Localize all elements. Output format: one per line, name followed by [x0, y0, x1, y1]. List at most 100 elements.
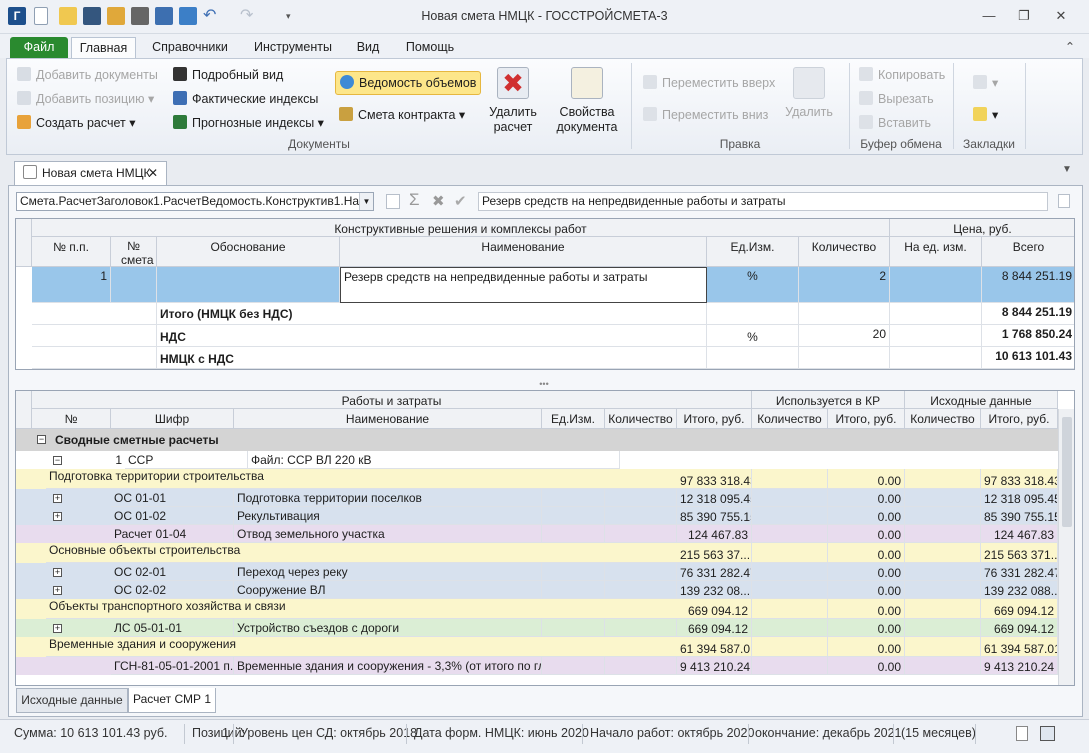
table-row[interactable]: 1 Резерв средств на непредвиденные работ…	[32, 267, 1074, 303]
maximize-button[interactable]: ❐	[1010, 6, 1038, 26]
cell-src-qty[interactable]	[905, 507, 981, 525]
cell-unit[interactable]	[542, 525, 605, 543]
section-row[interactable]: Подготовка территории строительства 97 83…	[16, 469, 1058, 489]
cell-kr-total[interactable]: 0.00	[828, 581, 905, 599]
cell-total[interactable]: 9 413 210.24	[677, 657, 752, 675]
cell-total[interactable]: 76 331 282.47	[677, 563, 752, 581]
cell-src-qty[interactable]	[905, 619, 981, 637]
cell-kr-qty[interactable]	[752, 581, 828, 599]
contract-estimate-button[interactable]: Смета контракта ▾	[339, 105, 465, 125]
insert-doc-icon[interactable]	[386, 194, 400, 209]
cell-kr-total[interactable]: 0.00	[828, 563, 905, 581]
collapse-ribbon-icon[interactable]: ⌃	[1060, 37, 1080, 58]
group-row[interactable]: − Сводные сметные расчеты	[16, 429, 1058, 451]
item-row[interactable]: + ОС 02-01 Переход через реку 76 331 282.47…	[16, 563, 1058, 581]
cell-kr-total[interactable]: 0.00	[828, 619, 905, 637]
expand-icon[interactable]: +	[53, 494, 62, 503]
cell-qty[interactable]	[605, 489, 677, 507]
cell-total[interactable]: 124 467.83	[677, 525, 752, 543]
cell-src-total[interactable]: 215 563 371...	[981, 543, 1058, 563]
cell-code[interactable]: ГСН-81-05-01-2001 п...	[111, 657, 234, 675]
detail-view-button[interactable]: Подробный вид	[173, 65, 283, 85]
column-header[interactable]: Ед.Изм.	[707, 237, 799, 267]
page-icon[interactable]	[1016, 726, 1028, 741]
cell-src-total[interactable]: 124 467.83	[981, 525, 1058, 543]
cell-kr-total[interactable]: 0.00	[828, 637, 905, 657]
column-header[interactable]: Количество	[905, 409, 981, 429]
cell-code[interactable]: Расчет 01-04	[111, 525, 234, 543]
collapse-icon[interactable]: −	[53, 456, 62, 465]
tab-references[interactable]: Справочники	[142, 37, 238, 58]
cell-unit[interactable]	[542, 563, 605, 581]
cell-src-total[interactable]: 61 394 587.01	[981, 637, 1058, 657]
forecast-index-button[interactable]: Прогнозные индексы ▾	[173, 113, 324, 133]
cell-number[interactable]: 1	[32, 267, 111, 303]
cell-src-qty[interactable]	[905, 599, 981, 619]
cell-kr-total[interactable]: 0.00	[828, 507, 905, 525]
cell-name[interactable]: Рекультивация	[234, 507, 542, 525]
cell-qty[interactable]: 2	[799, 267, 890, 303]
document-tab[interactable]: Новая смета НМЦК ✕	[14, 161, 167, 185]
cell-kr-qty[interactable]	[752, 619, 828, 637]
cell-code[interactable]: ОС 01-02	[111, 507, 234, 525]
cell-kr-qty[interactable]	[752, 507, 828, 525]
cell-code[interactable]: ОС 02-01	[111, 563, 234, 581]
cell-code[interactable]: ЛС 05-01-01	[111, 619, 234, 637]
column-header[interactable]: Наименование	[340, 237, 707, 267]
cell-src-qty[interactable]	[905, 581, 981, 599]
cell-kr-qty[interactable]	[752, 489, 828, 507]
cell-qty[interactable]	[605, 657, 677, 675]
cell-unit[interactable]	[542, 489, 605, 507]
close-button[interactable]: ✕	[1047, 6, 1075, 26]
column-header[interactable]: №	[32, 409, 111, 429]
cell-unit[interactable]	[542, 581, 605, 599]
column-header[interactable]: Итого, руб.	[981, 409, 1058, 429]
file-row[interactable]: − 1 ССР Файл: ССР ВЛ 220 кВ	[32, 451, 1058, 469]
create-calc-button[interactable]: Создать расчет ▾	[17, 113, 136, 133]
cell-total[interactable]: 61 394 587.01	[677, 637, 752, 657]
cell-src-qty[interactable]	[905, 489, 981, 507]
vertical-scrollbar[interactable]	[1058, 409, 1074, 685]
section-name[interactable]: Основные объекты строительства	[46, 543, 677, 563]
column-header[interactable]: Шифр	[111, 409, 234, 429]
expand-icon[interactable]: +	[53, 568, 62, 577]
cell-src-total[interactable]: 669 094.12	[981, 599, 1058, 619]
bookmark-nav-button[interactable]: ▾	[973, 73, 998, 93]
cell-qty[interactable]	[605, 581, 677, 599]
cell-kr-qty[interactable]	[752, 637, 828, 657]
cell-kr-total[interactable]: 0.00	[828, 525, 905, 543]
section-name[interactable]: Подготовка территории строительства	[46, 469, 677, 489]
formula-expand-icon[interactable]	[1058, 194, 1070, 208]
tab-file[interactable]: Файл	[10, 37, 68, 58]
tab-tools[interactable]: Инструменты	[246, 37, 340, 58]
section-row[interactable]: Основные объекты строительства 215 563 37…	[16, 543, 1058, 563]
cell-kr-qty[interactable]	[752, 525, 828, 543]
tab-smr-calc[interactable]: Расчет СМР 1	[128, 688, 216, 713]
tab-view[interactable]: Вид	[350, 37, 386, 58]
cell-qty[interactable]	[605, 525, 677, 543]
cell-qty[interactable]	[605, 507, 677, 525]
cell-src-qty[interactable]	[905, 525, 981, 543]
cell-qty[interactable]	[605, 619, 677, 637]
cell-src-qty[interactable]	[905, 543, 981, 563]
item-row[interactable]: + ОС 01-02 Рекультивация 85 390 755.15 0.00 8…	[16, 507, 1058, 525]
collapse-icon[interactable]: −	[37, 435, 46, 444]
cell-unit[interactable]: %	[707, 267, 799, 303]
column-header[interactable]: Количество	[605, 409, 677, 429]
path-combo[interactable]: Смета.РасчетЗаголовок1.РасчетВедомость.К…	[16, 192, 374, 211]
cell-total[interactable]: 85 390 755.15	[677, 507, 752, 525]
delete-calc-button[interactable]: ✖ Удалить расчет	[483, 67, 543, 135]
column-header[interactable]: Обоснование	[157, 237, 340, 267]
column-header[interactable]: № п.п.	[32, 237, 111, 267]
paste-button[interactable]: Вставить	[859, 113, 931, 133]
cell-src-total[interactable]: 669 094.12	[981, 619, 1058, 637]
cell-name[interactable]: Временные здания и сооружения - 3,3% (от…	[234, 657, 542, 675]
column-header[interactable]: № смета	[111, 237, 157, 267]
column-header[interactable]: Наименование	[234, 409, 542, 429]
column-header[interactable]: Количество	[752, 409, 828, 429]
tab-source-data[interactable]: Исходные данные	[16, 688, 128, 713]
cell-name[interactable]: Переход через реку	[234, 563, 542, 581]
accept-icon[interactable]: ✔	[454, 192, 467, 210]
cell-kr-qty[interactable]	[752, 599, 828, 619]
cell-kr-total[interactable]: 0.00	[828, 489, 905, 507]
